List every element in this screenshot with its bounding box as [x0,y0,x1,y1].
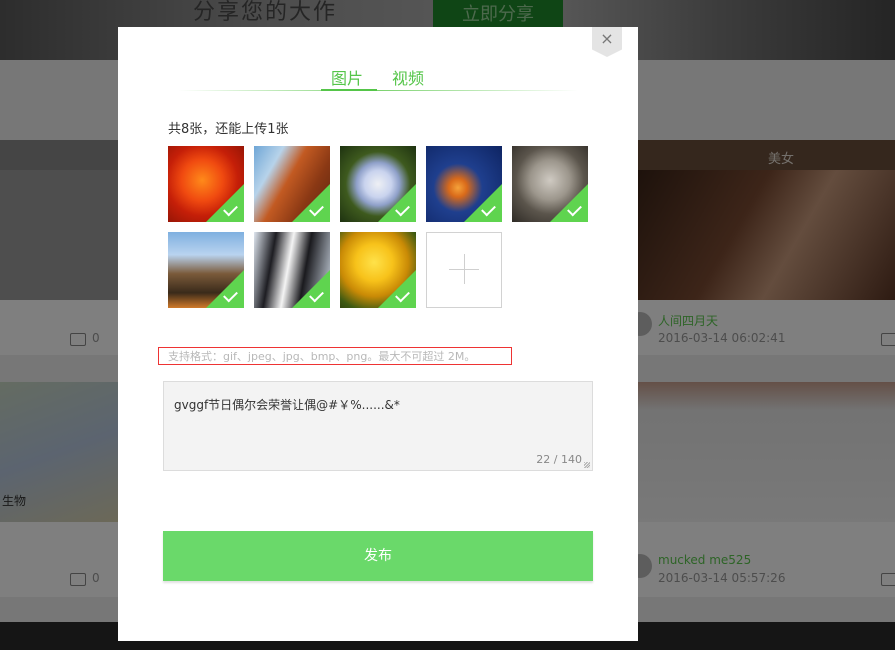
resize-handle-icon[interactable] [584,462,590,468]
image-thumbnail-lighthouse[interactable] [168,232,244,308]
add-image-button[interactable] [426,232,502,308]
close-button[interactable]: × [592,27,622,57]
image-thumbnail-desert-rock[interactable] [254,146,330,222]
close-icon[interactable]: × [592,28,622,50]
image-thumbnail-tulips[interactable] [340,232,416,308]
image-thumbnail-jellyfish[interactable] [426,146,502,222]
plus-icon[interactable] [427,233,501,307]
tab-divider [178,90,578,91]
tab-video[interactable]: 视频 [392,65,424,89]
share-dialog: × 图片 视频 共8张，还能上传1张 支持格式：gif、jpeg、jpg、bmp… [118,27,638,641]
tab-images[interactable]: 图片 [331,65,363,89]
publish-button[interactable]: 发布 [163,531,593,581]
image-thumbnail-red-flower[interactable] [168,146,244,222]
image-thumbnail-koala[interactable] [512,146,588,222]
upload-status: 共8张，还能上传1张 [168,122,289,137]
image-thumbnail-hydrangea[interactable] [340,146,416,222]
char-counter: 22 / 140 [536,453,582,466]
textarea-value[interactable]: gvggf节日偶尔会荣誉让偶@#￥%......&* [174,396,400,413]
active-tab-indicator [321,89,377,91]
description-textarea[interactable]: gvggf节日偶尔会荣誉让偶@#￥%......&* 22 / 140 [163,381,593,471]
format-note: 支持格式：gif、jpeg、jpg、bmp、png。最大不可超过 2M。 [158,347,512,365]
image-thumbnail-penguins[interactable] [254,232,330,308]
